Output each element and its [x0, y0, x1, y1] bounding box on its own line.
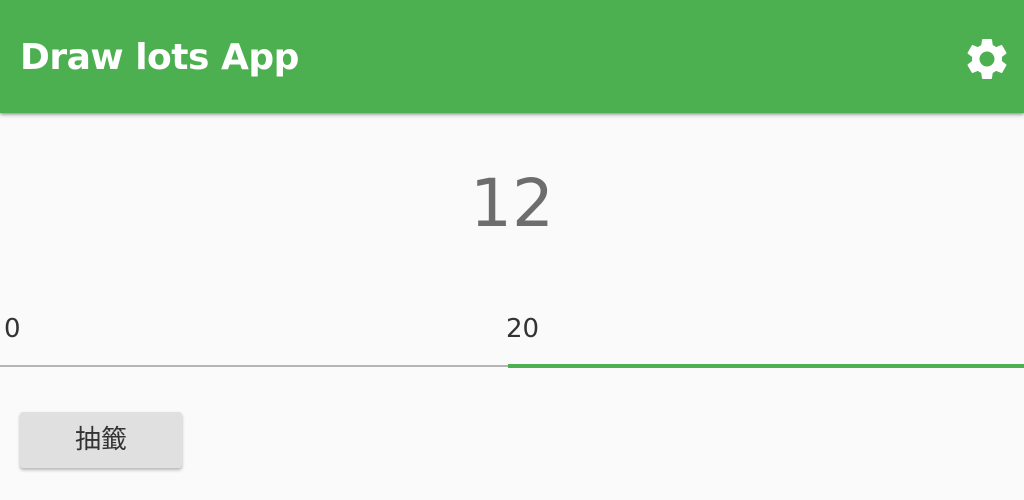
draw-lots-app: Draw lots App 12 0 20 抽籤 — [0, 0, 1024, 500]
range-max-label: 20 — [506, 314, 540, 344]
app-toolbar: Draw lots App — [0, 0, 1024, 113]
draw-lots-button[interactable]: 抽籤 — [20, 412, 182, 468]
draw-result: 12 — [470, 165, 554, 242]
range-min-field-underline[interactable] — [0, 365, 508, 367]
range-min-label: 0 — [4, 314, 21, 344]
app-title: Draw lots App — [20, 37, 299, 78]
settings-button[interactable] — [962, 34, 1012, 84]
gear-icon — [962, 34, 1012, 84]
range-max-field-underline[interactable] — [508, 364, 1024, 368]
